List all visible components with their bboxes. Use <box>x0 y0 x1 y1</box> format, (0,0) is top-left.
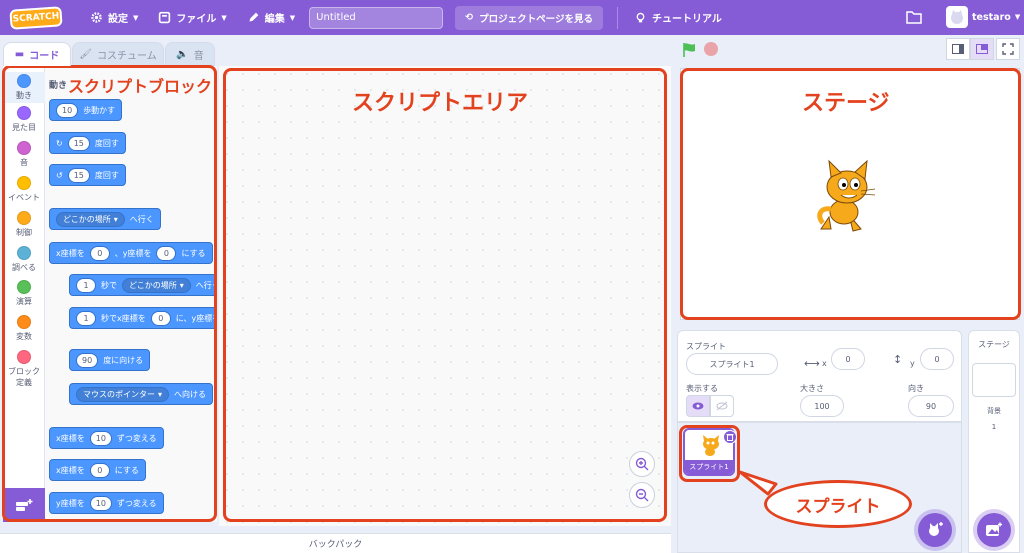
small-stage-button[interactable] <box>946 38 970 60</box>
stop-icon[interactable] <box>704 42 718 56</box>
brush-icon: 🖌 <box>79 48 92 60</box>
add-sprite-button[interactable] <box>918 513 952 547</box>
y-arrows-icon: ↕ <box>893 353 903 366</box>
fullscreen-icon <box>1002 43 1014 55</box>
annotation-box-script-area <box>223 68 667 522</box>
backdrop-label: 背景 <box>987 407 1001 415</box>
y-input[interactable]: 0 <box>920 348 954 370</box>
stage-thumbnail[interactable] <box>972 363 1016 397</box>
settings-menu[interactable]: 設定 ▼ <box>80 0 148 35</box>
tab-sound[interactable]: 🔈 音 <box>165 42 215 66</box>
menu-bar: SCRATCH 設定 ▼ ファイル ▼ 編集 ▼ ⟲ プロジェクトページを見る … <box>0 0 1024 35</box>
file-label: ファイル <box>176 14 217 25</box>
annotation-box-script-blocks <box>2 65 217 522</box>
scratch-logo[interactable]: SCRATCH <box>9 5 63 30</box>
sprite-label: スプライト <box>686 342 726 351</box>
annotation-label-script-blocks: スクリプトブロック <box>68 77 213 96</box>
x-input[interactable]: 0 <box>831 348 865 370</box>
speaker-icon: 🔈 <box>176 48 189 60</box>
direction-input[interactable]: 90 <box>908 395 954 417</box>
chevron-down-icon: ▼ <box>289 13 296 22</box>
normal-stage-button[interactable] <box>970 38 994 60</box>
cat-add-icon <box>929 522 943 536</box>
edit-menu[interactable]: 編集 ▼ <box>237 0 305 35</box>
tutorial-menu[interactable]: チュートリアル <box>624 0 732 35</box>
chevron-down-icon: ▼ <box>221 13 227 22</box>
annotation-label-stage: ステージ <box>802 91 890 116</box>
cat-avatar-icon <box>951 10 963 24</box>
backpack[interactable]: バックパック <box>0 533 671 553</box>
chevron-down-icon: ▼ <box>1014 13 1021 21</box>
file-icon <box>159 11 171 24</box>
code-icon: ▬ <box>14 49 25 60</box>
backpack-label: バックパック <box>308 540 363 550</box>
edit-label: 編集 <box>264 14 285 25</box>
tab-costume-label: コスチューム <box>97 50 157 62</box>
annotation-label-sprite: スプライト <box>795 496 881 517</box>
project-page-label: プロジェクトページを見る <box>479 13 593 25</box>
gear-icon <box>91 12 102 23</box>
tab-code-label: コード <box>29 51 60 62</box>
settings-label: 設定 <box>108 14 128 25</box>
annotation-label-script-area: スクリプトエリア <box>352 91 529 116</box>
small-stage-icon <box>952 44 964 54</box>
hide-sprite-button[interactable] <box>710 395 734 417</box>
show-sprite-button[interactable] <box>686 395 710 417</box>
eye-icon <box>692 402 704 410</box>
add-backdrop-button[interactable] <box>977 513 1011 547</box>
tab-code[interactable]: ▬ コード <box>3 42 71 66</box>
green-flag-icon[interactable] <box>681 42 697 58</box>
tab-sound-label: 音 <box>193 50 204 62</box>
project-title-input[interactable] <box>309 6 444 29</box>
avatar <box>946 6 968 28</box>
chevron-down-icon: ▼ <box>133 13 139 22</box>
stage-panel-title: ステージ <box>978 340 1010 349</box>
x-label: x <box>822 359 827 368</box>
backdrop-add-icon <box>986 522 1002 536</box>
y-label: y <box>910 359 915 368</box>
tutorial-label: チュートリアル <box>651 14 722 25</box>
show-label: 表示する <box>686 384 718 393</box>
sprite-name-input[interactable]: スプライト1 <box>686 353 778 375</box>
project-page-button[interactable]: ⟲ プロジェクトページを見る <box>455 5 603 30</box>
refresh-icon: ⟲ <box>465 12 474 23</box>
menu-divider <box>616 6 618 29</box>
folder-icon[interactable] <box>906 10 922 24</box>
lightbulb-icon <box>636 12 645 23</box>
username-label: testaro <box>972 11 1011 23</box>
pencil-icon <box>249 12 259 22</box>
fullscreen-button[interactable] <box>996 38 1020 60</box>
backdrop-count: 1 <box>991 423 997 431</box>
tab-costume[interactable]: 🖌 コスチューム <box>72 42 164 66</box>
file-menu[interactable]: ファイル ▼ <box>148 0 236 35</box>
sprite-info-panel: スプライト スプライト1 ⟷ x 0 ↕ y 0 表示する 大きさ 100 向き… <box>677 330 962 422</box>
user-menu[interactable]: testaro ▼ <box>946 6 1020 28</box>
size-label: 大きさ <box>800 384 824 393</box>
annotation-box-sprite <box>679 425 740 482</box>
x-arrows-icon: ⟷ <box>804 357 820 370</box>
annotation-bubble-sprite: スプライト <box>764 480 912 528</box>
eye-off-icon <box>716 401 728 411</box>
normal-stage-icon <box>976 44 988 54</box>
direction-label: 向き <box>908 384 924 393</box>
size-input[interactable]: 100 <box>800 395 844 417</box>
